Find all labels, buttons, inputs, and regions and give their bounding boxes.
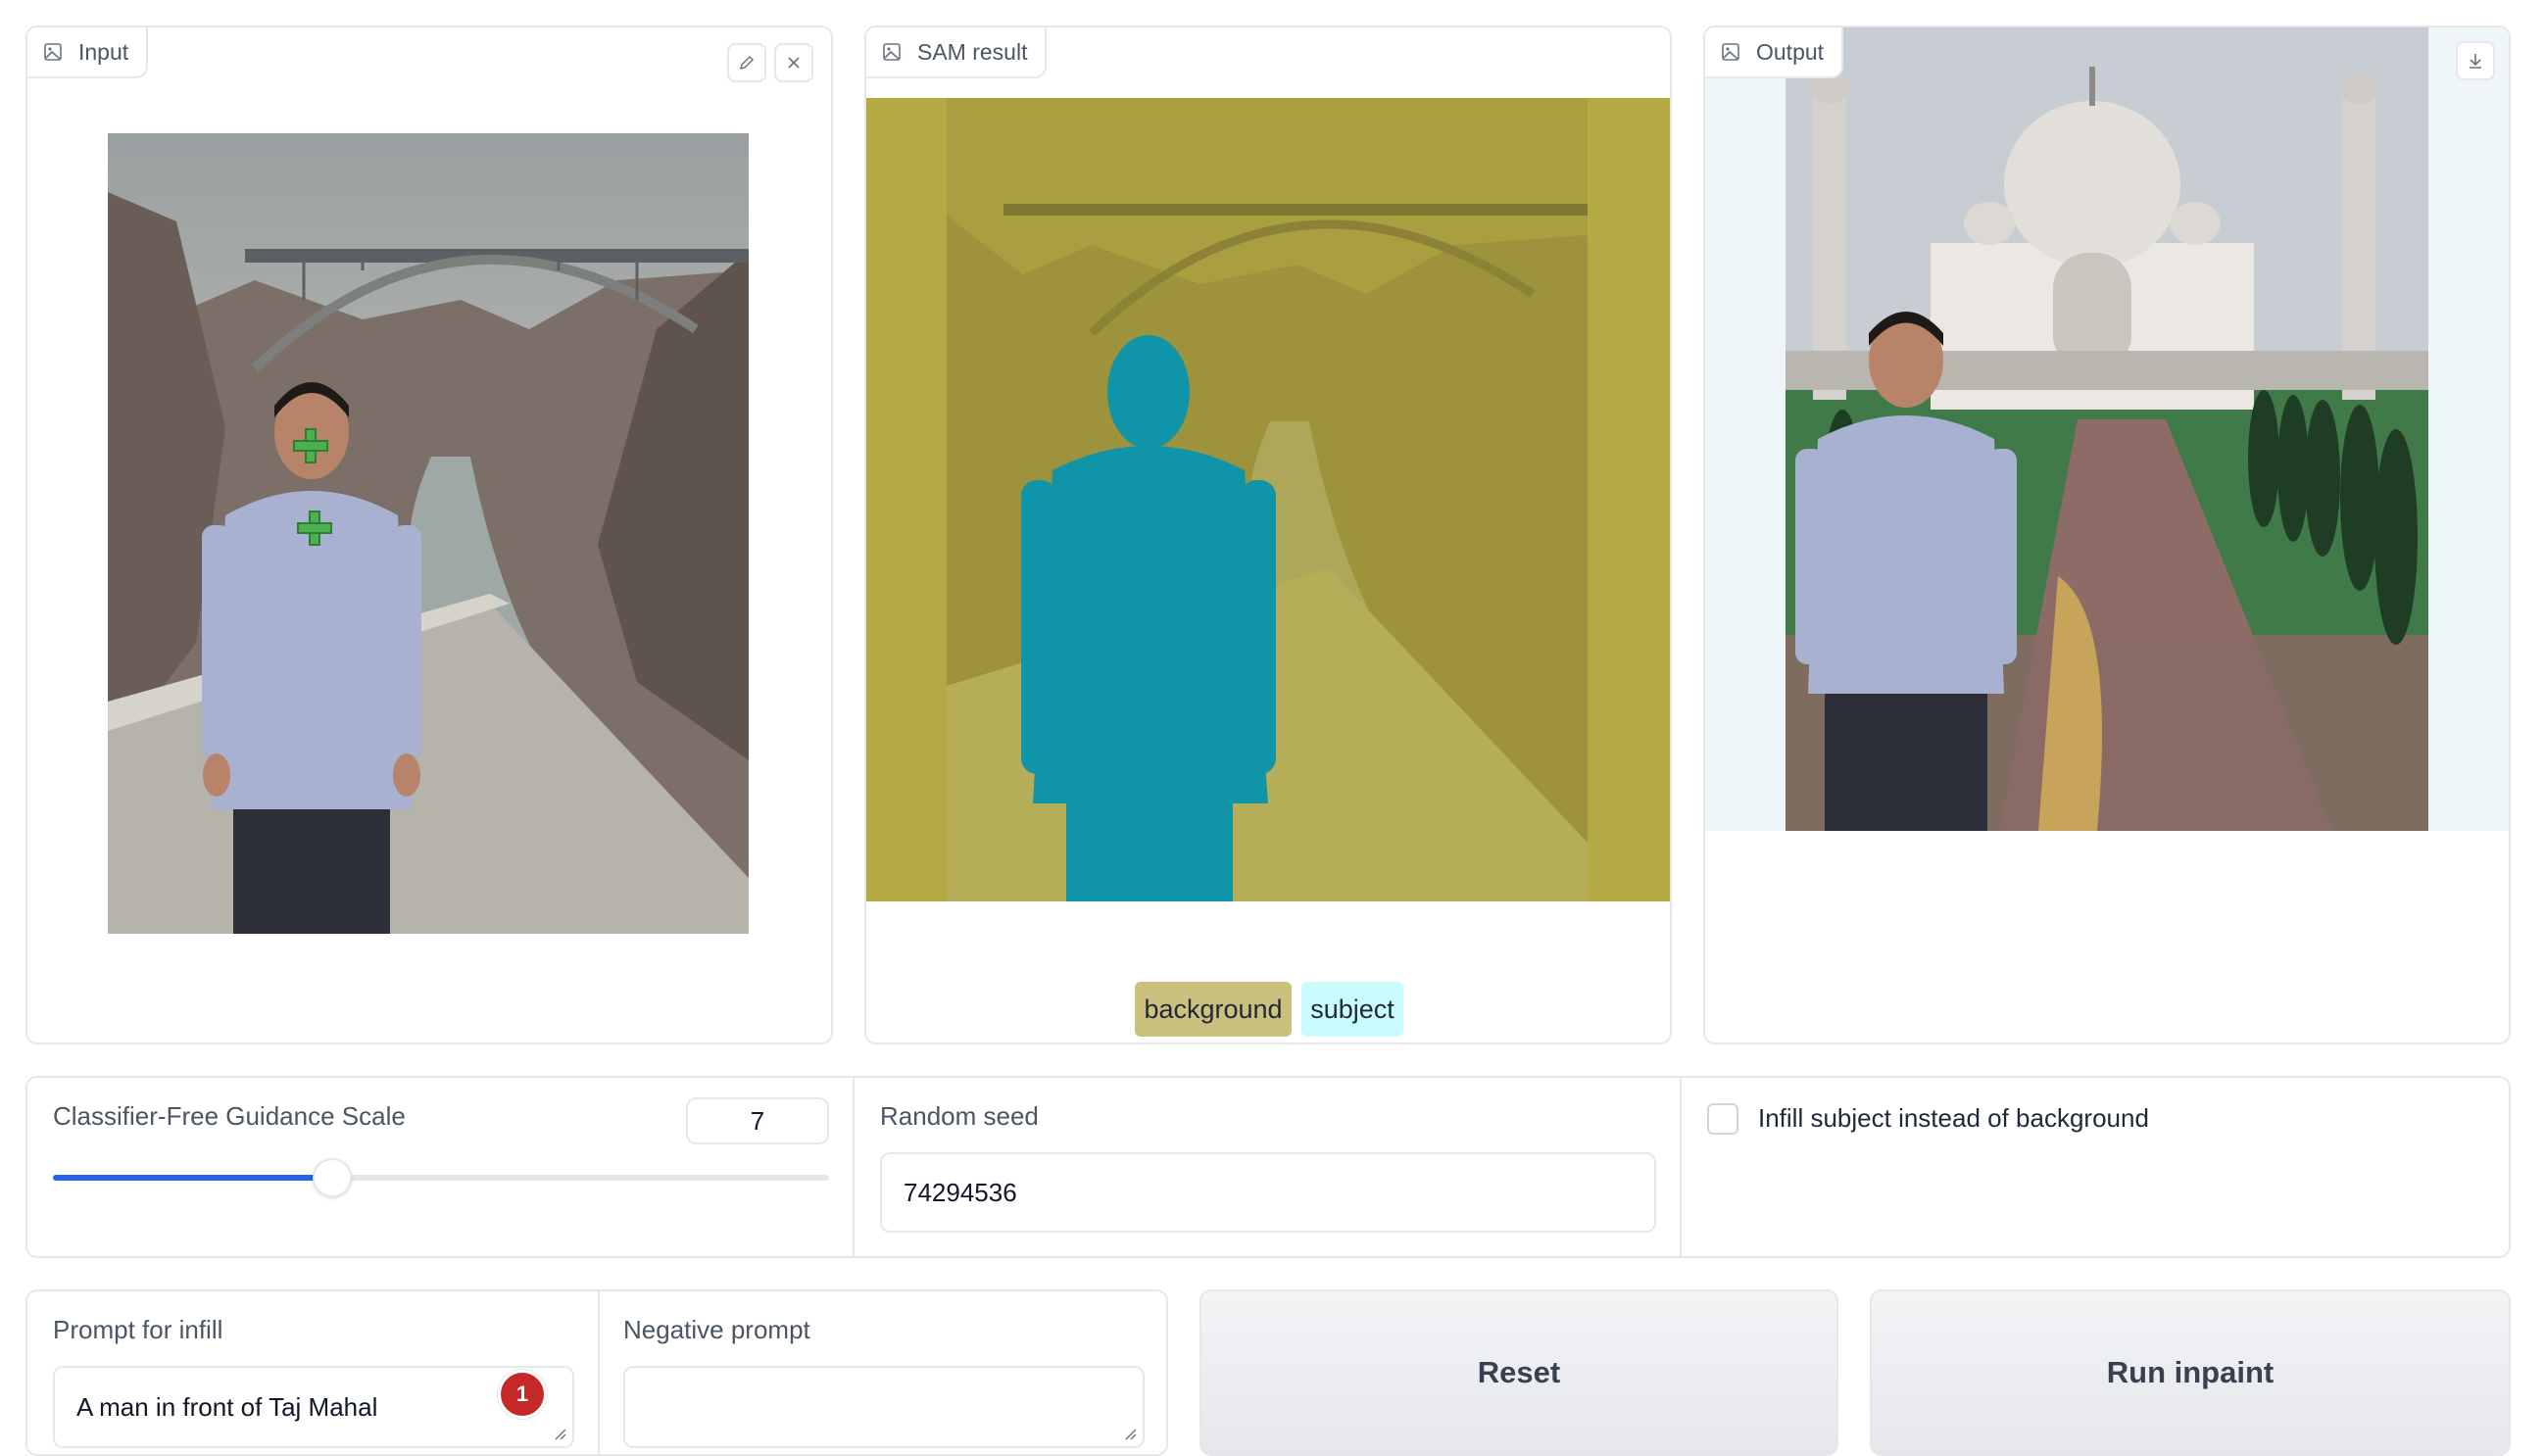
- download-icon: [2470, 54, 2481, 69]
- prompt-label: Prompt for infill: [53, 1315, 223, 1344]
- output-image[interactable]: [1705, 27, 2509, 831]
- sam-mask-image[interactable]: [866, 98, 1670, 901]
- negative-prompt-label: Negative prompt: [623, 1315, 810, 1344]
- run-inpaint-button[interactable]: Run inpaint: [1870, 1289, 2511, 1456]
- legend-subject: subject: [1301, 982, 1403, 1037]
- guidance-number-input[interactable]: 7: [686, 1097, 829, 1144]
- reset-button[interactable]: Reset: [1199, 1289, 1838, 1456]
- resize-grip-icon[interactable]: [1123, 1427, 1137, 1440]
- grammar-badge[interactable]: 1: [498, 1370, 547, 1419]
- output-label: Output: [1756, 38, 1825, 65]
- divider: [1680, 1078, 1682, 1256]
- divider: [598, 1291, 600, 1454]
- output-label-tag: Output: [1705, 27, 1844, 78]
- input-photo[interactable]: [108, 133, 749, 934]
- sam-result-panel: SAM result background subject: [864, 25, 1672, 1044]
- guidance-slider-thumb[interactable]: [313, 1158, 353, 1197]
- input-image-panel: Input: [25, 25, 833, 1044]
- pencil-icon: [739, 55, 755, 71]
- image-icon: [883, 43, 901, 61]
- seed-label: Random seed: [880, 1101, 1039, 1131]
- seed-input[interactable]: 74294536: [880, 1152, 1656, 1233]
- output-panel: Output: [1703, 25, 2511, 1044]
- prompt-textarea[interactable]: A man in front of Taj Mahal: [53, 1366, 574, 1448]
- controls-row: Classifier-Free Guidance Scale 7 Random …: [25, 1076, 2511, 1258]
- image-icon: [44, 43, 62, 61]
- download-button[interactable]: [2456, 41, 2495, 80]
- input-label: Input: [78, 38, 129, 65]
- image-icon: [1722, 43, 1739, 61]
- guidance-slider-fill: [53, 1175, 333, 1181]
- close-icon: [788, 57, 800, 69]
- sam-label: SAM result: [917, 38, 1028, 65]
- clear-button[interactable]: [774, 43, 813, 82]
- infill-subject-checkbox[interactable]: [1707, 1103, 1738, 1135]
- infill-subject-label[interactable]: Infill subject instead of background: [1758, 1103, 2149, 1134]
- negative-prompt-textarea[interactable]: [623, 1366, 1145, 1448]
- prompt-row: Prompt for infill A man in front of Taj …: [25, 1289, 1168, 1456]
- edit-button[interactable]: [727, 43, 766, 82]
- resize-grip-icon[interactable]: [553, 1427, 566, 1440]
- sam-label-tag: SAM result: [866, 27, 1048, 78]
- legend-background: background: [1135, 982, 1292, 1037]
- guidance-label: Classifier-Free Guidance Scale: [53, 1101, 406, 1131]
- input-label-tag: Input: [27, 27, 149, 78]
- divider: [853, 1078, 855, 1256]
